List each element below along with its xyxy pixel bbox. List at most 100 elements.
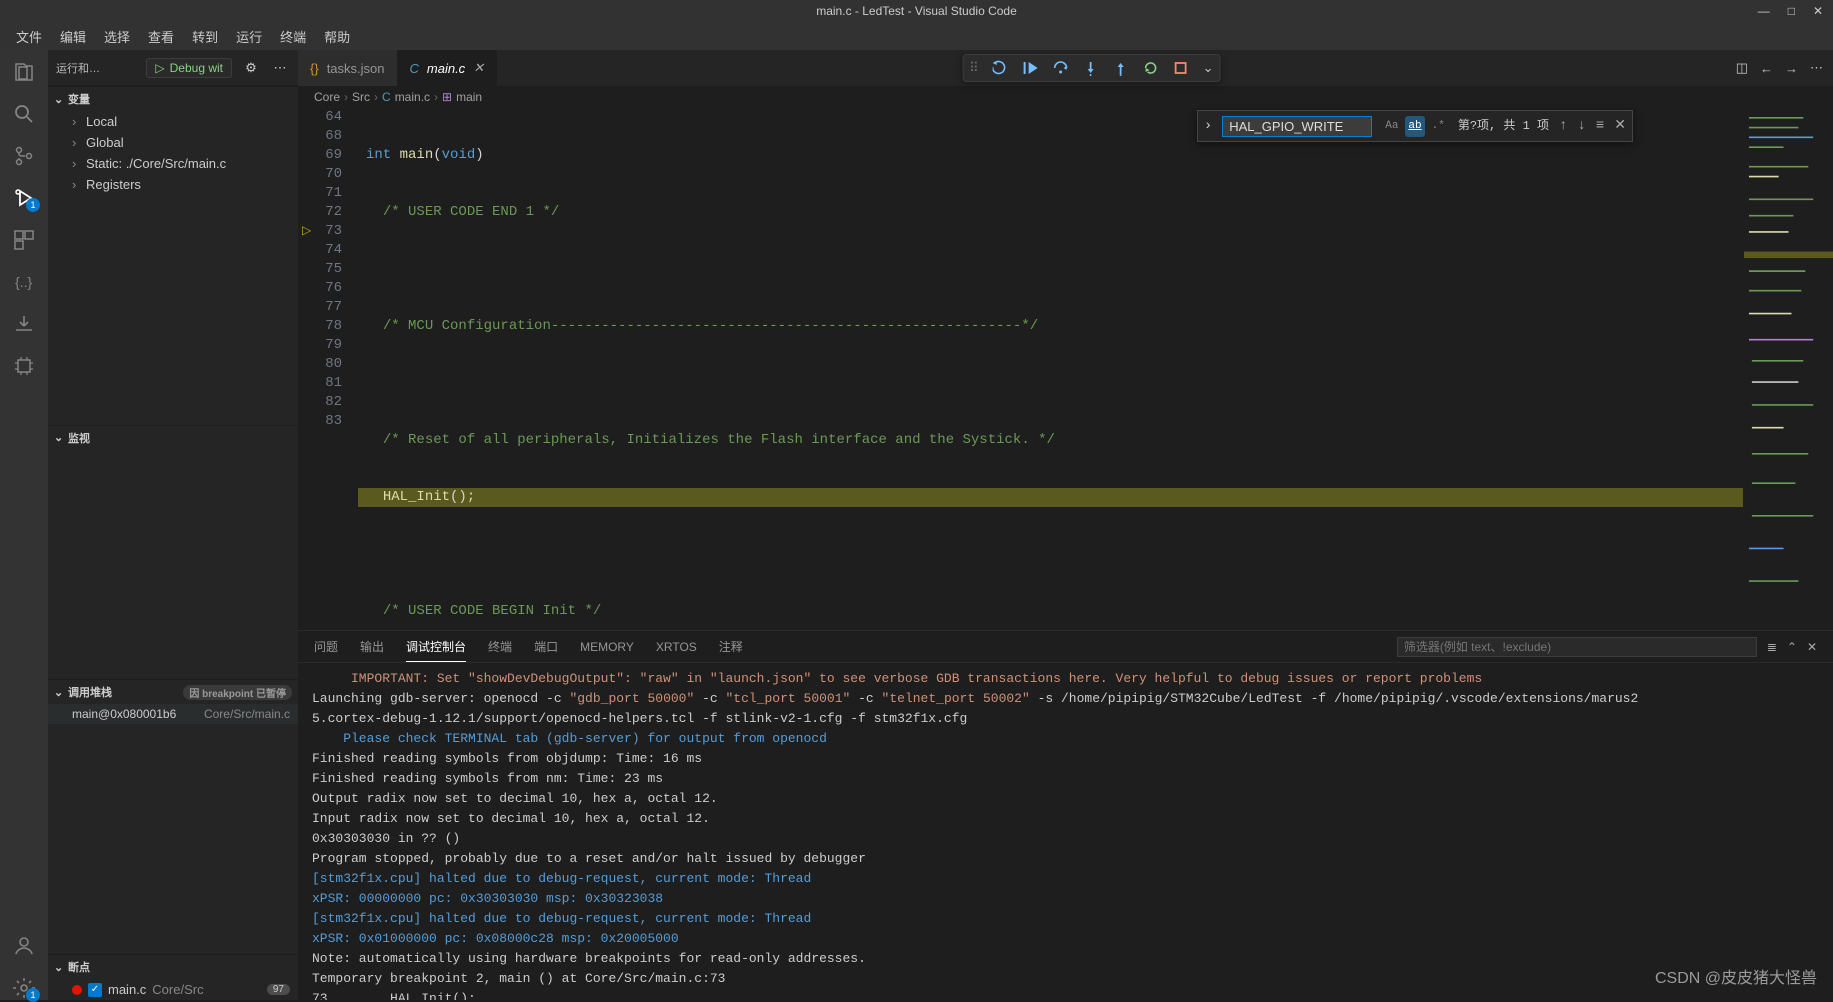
match-case-icon[interactable]: Aa	[1382, 116, 1401, 137]
menu-run[interactable]: 运行	[228, 23, 270, 50]
variables-registers[interactable]: ›Registers	[48, 174, 298, 195]
sidebar-title: 运行和…	[56, 60, 138, 76]
menu-edit[interactable]: 编辑	[52, 23, 94, 50]
debug-badge: 1	[26, 198, 40, 212]
menu-terminal[interactable]: 终端	[272, 23, 314, 50]
find-status: 第?项, 共 1 项	[1458, 117, 1549, 136]
regex-icon[interactable]: .*	[1429, 116, 1448, 137]
panel-filter-input[interactable]	[1397, 637, 1757, 657]
panel-tab-xrtos[interactable]: XRTOS	[656, 634, 697, 660]
account-icon[interactable]	[12, 934, 36, 958]
panel-tab-ports[interactable]: 端口	[534, 632, 558, 661]
console-line: [stm32f1x.cpu] halted due to debug-reque…	[312, 869, 1819, 889]
step-out-icon[interactable]	[1113, 60, 1129, 76]
download-icon[interactable]	[12, 312, 36, 336]
callstack-frame[interactable]: main@0x080001b6 Core/Src/main.c	[48, 704, 298, 724]
continue-icon[interactable]	[1023, 60, 1039, 76]
variables-static[interactable]: ›Static: ./Core/Src/main.c	[48, 153, 298, 174]
c-file-icon: C	[410, 61, 419, 76]
stop-icon[interactable]	[1173, 60, 1189, 76]
tab-tasks-json[interactable]: {} tasks.json	[298, 50, 398, 86]
go-back-icon[interactable]: ←	[1760, 61, 1773, 76]
close-icon[interactable]: ✕	[1813, 4, 1823, 18]
play-icon: ▷	[155, 61, 164, 75]
scm-icon[interactable]	[12, 144, 36, 168]
menu-help[interactable]: 帮助	[316, 23, 358, 50]
section-variables[interactable]: ⌄变量	[48, 87, 298, 111]
restart-icon[interactable]	[1143, 60, 1159, 76]
console-line: Output radix now set to decimal 10, hex …	[312, 789, 1819, 809]
next-match-icon[interactable]: ↓	[1577, 117, 1585, 136]
editor-area: {} tasks.json C main.c ✕ ⠿ ⌄ ◫	[298, 50, 1833, 1000]
debug-console[interactable]: IMPORTANT: Set "showDevDebugOutput": "ra…	[298, 663, 1833, 1000]
filter-icon[interactable]: ≣	[1767, 640, 1777, 654]
split-editor-icon[interactable]: ◫	[1736, 60, 1748, 76]
find-widget[interactable]: › Aa ab .* 第?项, 共 1 项 ↑ ↓ ≡ ✕	[1197, 110, 1633, 142]
panel-close-icon[interactable]: ✕	[1807, 640, 1817, 654]
menu-goto[interactable]: 转到	[184, 23, 226, 50]
panel: 问题 输出 调试控制台 终端 端口 MEMORY XRTOS 注释 ≣ ⌃ ✕ …	[298, 630, 1833, 1000]
dropdown-icon[interactable]: ⌄	[1203, 60, 1214, 76]
section-watch[interactable]: ⌄监视	[48, 426, 298, 450]
whole-word-icon[interactable]: ab	[1405, 116, 1424, 137]
variables-local[interactable]: ›Local	[48, 111, 298, 132]
minimap[interactable]	[1743, 108, 1833, 630]
explorer-icon[interactable]	[12, 60, 36, 84]
find-input[interactable]	[1222, 116, 1372, 137]
console-line: 73 HAL_Init();	[312, 989, 1819, 1000]
close-find-icon[interactable]: ✕	[1614, 117, 1626, 136]
tab-main-c[interactable]: C main.c ✕	[398, 50, 498, 86]
console-line: xPSR: 00000000 pc: 0x30303030 msp: 0x303…	[312, 889, 1819, 909]
panel-maximize-icon[interactable]: ⌃	[1787, 640, 1797, 654]
find-in-selection-icon[interactable]: ≡	[1596, 117, 1604, 136]
console-line: Input radix now set to decimal 10, hex a…	[312, 809, 1819, 829]
reverse-continue-icon[interactable]	[993, 60, 1009, 76]
code-content[interactable]: int main(void) /* USER CODE END 1 */ /* …	[358, 108, 1743, 630]
close-tab-icon[interactable]: ✕	[473, 60, 484, 76]
breakpoint-item[interactable]: ✓ main.c Core/Src 97	[48, 979, 298, 1000]
more-icon[interactable]: ⋯	[270, 60, 290, 76]
minimize-icon[interactable]: —	[1758, 4, 1770, 18]
debug-icon[interactable]: 1	[12, 186, 36, 210]
menu-file[interactable]: 文件	[8, 23, 50, 50]
menu-view[interactable]: 查看	[140, 23, 182, 50]
menu-select[interactable]: 选择	[96, 23, 138, 50]
activity-bar: 1 {..} 1	[0, 50, 48, 1000]
window-title: main.c - LedTest - Visual Studio Code	[816, 4, 1017, 18]
panel-tab-memory[interactable]: MEMORY	[580, 634, 634, 660]
section-breakpoints[interactable]: ⌄断点	[48, 955, 298, 979]
start-debug-button[interactable]: ▷ Debug wit	[146, 58, 232, 78]
console-line: [stm32f1x.cpu] halted due to debug-reque…	[312, 909, 1819, 929]
panel-tab-debug-console[interactable]: 调试控制台	[406, 632, 466, 662]
step-over-icon[interactable]	[1053, 60, 1069, 76]
checkbox-checked-icon[interactable]: ✓	[88, 983, 102, 997]
panel-tab-comments[interactable]: 注释	[719, 632, 743, 661]
extensions-icon[interactable]	[12, 228, 36, 252]
prev-match-icon[interactable]: ↑	[1559, 117, 1567, 136]
chevron-down-icon: ⌄	[54, 686, 68, 699]
console-line: xPSR: 0x01000000 pc: 0x08000c28 msp: 0x2…	[312, 929, 1819, 949]
chevron-right-icon: ›	[72, 114, 86, 129]
section-callstack[interactable]: ⌄调用堆栈因 breakpoint 已暂停	[48, 680, 298, 704]
go-forward-icon[interactable]: →	[1785, 61, 1798, 76]
variables-global[interactable]: ›Global	[48, 132, 298, 153]
breadcrumb[interactable]: Core› Src› C main.c› ⊞ main	[298, 86, 1833, 108]
search-icon[interactable]	[12, 102, 36, 126]
chevron-right-icon[interactable]: ›	[1204, 117, 1212, 136]
panel-tab-terminal[interactable]: 终端	[488, 632, 512, 661]
tab-more-icon[interactable]: ⋯	[1810, 60, 1823, 76]
panel-tab-output[interactable]: 输出	[360, 632, 384, 661]
editor[interactable]: 64 68 69 70 71 72 ▷73 74 75 76 77 78 79 …	[298, 108, 1833, 630]
breakpoint-dot-icon	[72, 985, 82, 995]
grip-icon[interactable]: ⠿	[969, 60, 979, 76]
chip-icon[interactable]	[12, 354, 36, 378]
json-icon[interactable]: {..}	[12, 270, 36, 294]
maximize-icon[interactable]: □	[1788, 4, 1795, 18]
gear-icon[interactable]: 1	[12, 976, 36, 1000]
debug-toolbar[interactable]: ⠿ ⌄	[962, 54, 1220, 82]
step-into-icon[interactable]	[1083, 60, 1099, 76]
console-line: Note: automatically using hardware break…	[312, 949, 1819, 969]
panel-tab-problems[interactable]: 问题	[314, 632, 338, 661]
debug-settings-icon[interactable]: ⚙	[240, 60, 262, 76]
gutter: 64 68 69 70 71 72 ▷73 74 75 76 77 78 79 …	[298, 108, 358, 630]
